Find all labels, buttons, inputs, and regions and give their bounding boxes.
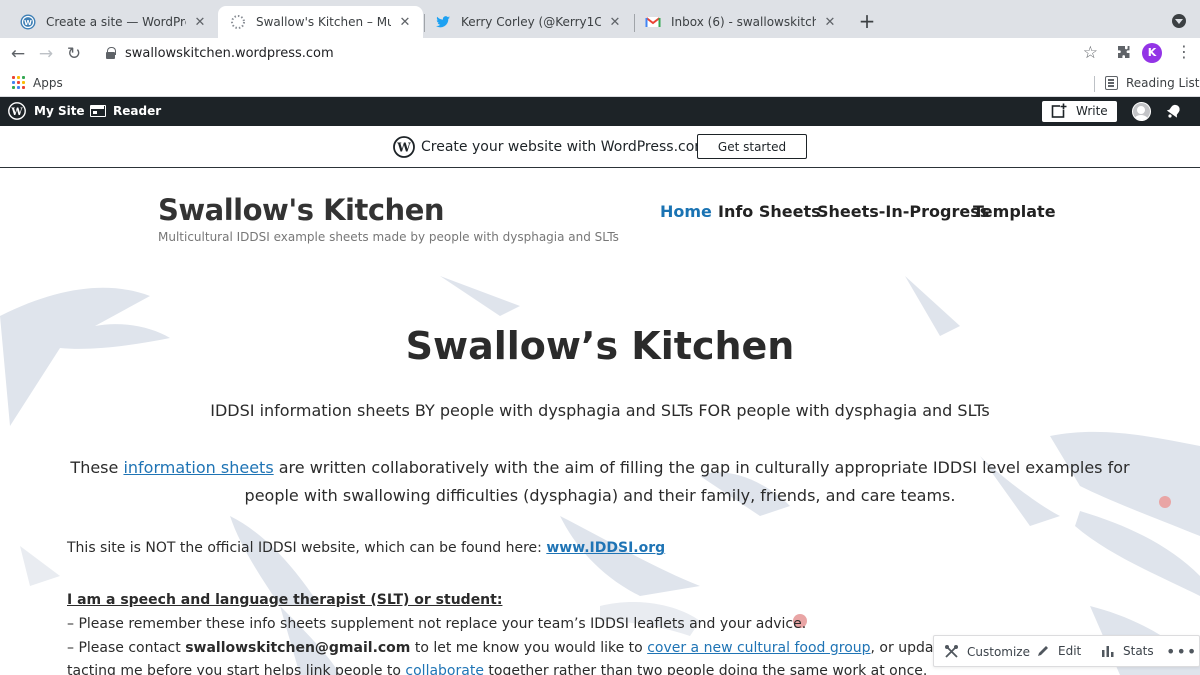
- user-avatar-icon[interactable]: [1132, 102, 1151, 121]
- customize-bar: Customize Edit Stats •••: [933, 635, 1200, 667]
- contact-email: swallowskitchen@gmail.com: [185, 640, 411, 656]
- my-site-button[interactable]: My Site: [34, 104, 85, 118]
- more-options-icon[interactable]: •••: [1166, 642, 1197, 661]
- tab-divider: [634, 14, 635, 32]
- slt-heading-text: I am a speech and language therapist (SL…: [67, 592, 503, 608]
- forward-icon[interactable]: →: [34, 42, 58, 66]
- bar-chart-icon: [1102, 646, 1114, 657]
- get-started-button[interactable]: Get started: [697, 134, 807, 159]
- browser-tab-gmail[interactable]: Inbox (6) - swallowskitchen@g ✕: [633, 6, 848, 38]
- customize-label: Customize: [967, 644, 1030, 659]
- stats-button[interactable]: Stats: [1101, 644, 1154, 658]
- intro-tagline: IDDSI information sheets BY people with …: [210, 401, 990, 420]
- slt-line-2: – Please contact swallowskitchen@gmail.c…: [67, 640, 1019, 656]
- tab-title: Swallow's Kitchen – Multicultural: [256, 15, 391, 29]
- close-icon[interactable]: ✕: [822, 15, 838, 30]
- slt-line-3: tacting me before you start helps link p…: [67, 663, 927, 675]
- intro-paragraph: These information sheets are written col…: [60, 454, 1140, 510]
- apps-bookmark[interactable]: Apps: [33, 76, 63, 90]
- line-text: – Please contact: [67, 640, 186, 656]
- nav-template[interactable]: Template: [973, 202, 1056, 221]
- reading-list-icon[interactable]: [1105, 76, 1118, 90]
- bookmarks-divider: [1094, 76, 1095, 92]
- reading-list-button[interactable]: Reading List: [1126, 76, 1200, 90]
- browser-tab-wordpress[interactable]: W Create a site — WordPress.com ✕: [8, 6, 218, 38]
- cover-food-group-link[interactable]: cover a new cultural food group: [647, 640, 870, 656]
- intro-text: These: [70, 458, 124, 477]
- wordpress-icon: W: [393, 136, 415, 158]
- stats-label: Stats: [1123, 644, 1154, 658]
- write-icon: [1051, 103, 1067, 118]
- apps-grid-icon[interactable]: [12, 76, 25, 89]
- close-icon[interactable]: ✕: [607, 15, 623, 30]
- reload-icon[interactable]: ↻: [62, 42, 86, 66]
- slt-line-1: – Please remember these info sheets supp…: [67, 616, 807, 632]
- banner-text: Create your website with WordPress.com: [421, 139, 708, 155]
- iddsi-org-link[interactable]: www.IDDSI.org: [546, 540, 665, 556]
- loading-icon: [230, 14, 246, 30]
- line-text: tacting me before you start helps link p…: [67, 663, 406, 675]
- browser-tab-swallows-kitchen[interactable]: Swallow's Kitchen – Multicultural ✕: [218, 6, 423, 38]
- intro-text: are written collaboratively with the aim…: [244, 458, 1130, 505]
- url-text[interactable]: swallowskitchen.wordpress.com: [125, 46, 334, 61]
- edit-label: Edit: [1058, 644, 1082, 658]
- page-content: Swallow’s Kitchen IDDSI information shee…: [0, 276, 1200, 675]
- write-button[interactable]: Write: [1042, 101, 1117, 122]
- lock-icon[interactable]: [106, 47, 116, 59]
- write-label: Write: [1076, 104, 1108, 118]
- bookmarks-bar: Apps Reading List: [0, 70, 1200, 97]
- reader-icon[interactable]: [90, 105, 106, 117]
- site-title[interactable]: Swallow's Kitchen: [158, 193, 445, 227]
- tab-search-icon[interactable]: [1172, 14, 1186, 28]
- slt-heading: I am a speech and language therapist (SL…: [67, 592, 502, 608]
- line-text: together rather than two people doing th…: [483, 663, 928, 675]
- close-icon[interactable]: ✕: [397, 15, 413, 30]
- tab-title: Inbox (6) - swallowskitchen@g: [671, 15, 816, 29]
- pencil-icon: [1038, 646, 1048, 656]
- nav-sheets-in-progress[interactable]: Sheets-In-Progress: [817, 202, 989, 221]
- profile-avatar[interactable]: K: [1142, 43, 1162, 63]
- reader-button[interactable]: Reader: [113, 104, 161, 118]
- new-tab-button[interactable]: +: [856, 11, 878, 33]
- collaborate-link[interactable]: collaborate: [405, 663, 484, 675]
- nav-home[interactable]: Home: [660, 202, 712, 221]
- gmail-icon: [645, 14, 661, 30]
- page-title: Swallow’s Kitchen: [405, 324, 795, 368]
- svg-text:W: W: [24, 19, 32, 27]
- information-sheets-link[interactable]: information sheets: [123, 458, 273, 477]
- edit-button[interactable]: Edit: [1036, 644, 1081, 658]
- back-icon[interactable]: ←: [6, 42, 30, 66]
- browser-tab-twitter[interactable]: Kerry Corley (@Kerry1Corley) / ✕: [423, 6, 633, 38]
- customize-button[interactable]: Customize: [944, 644, 1030, 659]
- create-website-banner: W Create your website with WordPress.com…: [0, 126, 1200, 168]
- notifications-bell-icon[interactable]: [1166, 103, 1182, 119]
- wp-admin-bar: W My Site Reader Write: [0, 97, 1200, 126]
- nav-info-sheets[interactable]: Info Sheets: [718, 202, 821, 221]
- tab-divider: [424, 14, 425, 32]
- browser-tabstrip: W Create a site — WordPress.com ✕ Swallo…: [0, 0, 1200, 38]
- tab-title: Create a site — WordPress.com: [46, 15, 186, 29]
- official-site-notice: This site is NOT the official IDDSI webs…: [67, 540, 665, 556]
- twitter-icon: [435, 14, 451, 30]
- extensions-icon[interactable]: [1116, 44, 1132, 60]
- svg-text:W: W: [396, 141, 411, 155]
- tools-icon: [945, 645, 958, 658]
- bookmark-star-icon[interactable]: ☆: [1083, 43, 1098, 63]
- svg-text:W: W: [10, 107, 23, 118]
- browser-menu-icon[interactable]: ⋮: [1176, 42, 1192, 62]
- tab-title: Kerry Corley (@Kerry1Corley) /: [461, 15, 601, 29]
- site-tagline: Multicultural IDDSI example sheets made …: [158, 230, 619, 244]
- wordpress-icon[interactable]: W: [8, 102, 26, 120]
- line-text: to let me know you would like to: [410, 640, 648, 656]
- address-bar[interactable]: swallowskitchen.wordpress.com ☆: [96, 40, 1106, 68]
- notice-text: This site is NOT the official IDDSI webs…: [67, 540, 547, 556]
- close-icon[interactable]: ✕: [192, 15, 208, 30]
- wordpress-icon: W: [20, 14, 36, 30]
- browser-toolbar: ← → ↻ swallowskitchen.wordpress.com ☆: [0, 38, 1200, 70]
